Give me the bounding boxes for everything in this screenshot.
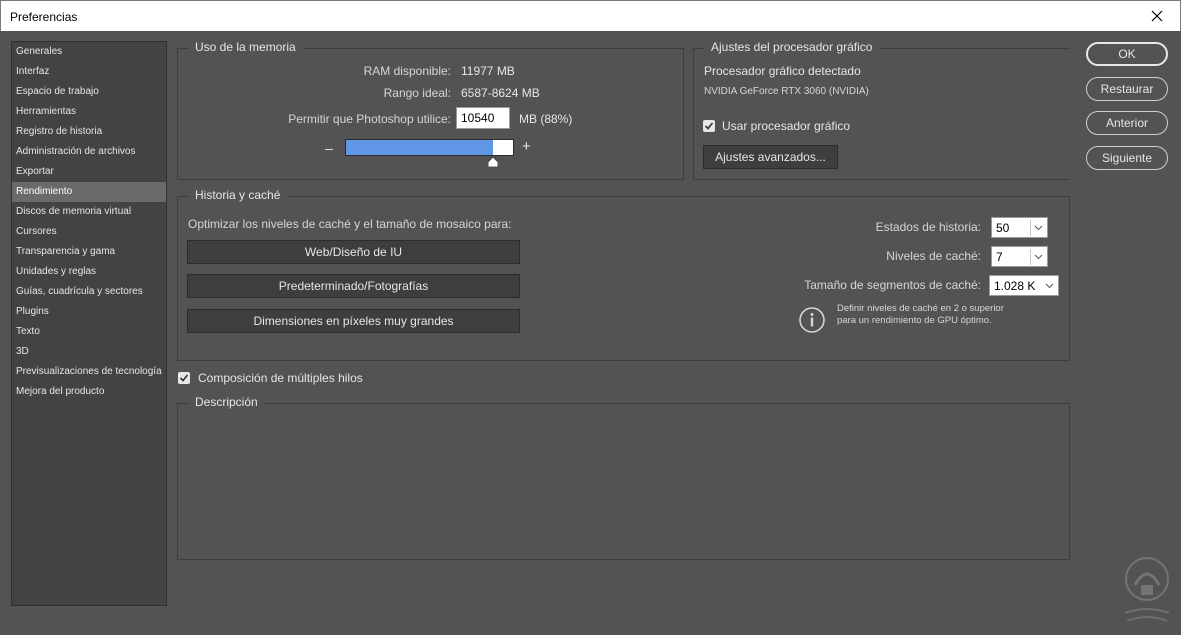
sidebar-item-3d[interactable]: 3D <box>12 342 166 362</box>
ram-available-value: 11977 MB <box>461 64 515 78</box>
info-icon <box>799 307 825 333</box>
watermark-logo <box>1124 557 1170 622</box>
preset-default-photos-button[interactable]: Predeterminado/Fotografías <box>187 274 520 298</box>
chevron-down-icon <box>1034 254 1043 260</box>
multithread-checkbox[interactable] <box>178 372 190 384</box>
checkmark-icon <box>179 374 189 382</box>
sidebar: Generales Interfaz Espacio de trabajo He… <box>11 41 167 606</box>
memory-usage-title: Uso de la memoria <box>188 40 303 54</box>
ok-button[interactable]: OK <box>1086 42 1168 66</box>
history-states-value: 50 <box>996 221 1010 235</box>
chevron-down-icon <box>1034 225 1043 231</box>
ideal-range-label: Rango ideal: <box>383 86 451 100</box>
history-states-select[interactable]: 50 <box>991 217 1048 238</box>
history-cache-title: Historia y caché <box>188 188 288 202</box>
sidebar-item-administracion-de-archivos[interactable]: Administración de archivos <box>12 142 166 162</box>
gpu-name: NVIDIA GeForce RTX 3060 (NVIDIA) <box>704 86 869 97</box>
checkmark-icon <box>704 122 714 130</box>
reset-button[interactable]: Restaurar <box>1086 77 1168 101</box>
memory-decrease-button[interactable]: – <box>325 140 333 156</box>
sidebar-item-espacio-de-trabajo[interactable]: Espacio de trabajo <box>12 82 166 102</box>
sidebar-item-transparencia-y-gama[interactable]: Transparencia y gama <box>12 242 166 262</box>
advanced-settings-button[interactable]: Ajustes avanzados... <box>703 145 838 169</box>
preset-web-ui-button[interactable]: Web/Diseño de IU <box>187 240 520 264</box>
history-states-label: Estados de historia: <box>875 220 981 234</box>
slider-thumb-icon[interactable] <box>488 157 498 167</box>
multithread-label[interactable]: Composición de múltiples hilos <box>198 371 363 385</box>
sidebar-item-mejora-del-producto[interactable]: Mejora del producto <box>12 382 166 402</box>
title-bar: Preferencias <box>0 0 1181 31</box>
cache-levels-label: Niveles de caché: <box>886 249 981 263</box>
window-title: Preferencias <box>10 10 78 24</box>
gpu-settings-title: Ajustes del procesador gráfico <box>704 40 880 54</box>
cache-tile-size-label: Tamaño de segmentos de caché: <box>804 278 981 292</box>
close-icon <box>1151 10 1163 22</box>
sidebar-item-guias-cuadricula-y-sectores[interactable]: Guías, cuadrícula y sectores <box>12 282 166 302</box>
memory-allow-input[interactable]: 10540 <box>456 107 510 129</box>
sidebar-item-unidades-y-reglas[interactable]: Unidades y reglas <box>12 262 166 282</box>
sidebar-item-texto[interactable]: Texto <box>12 322 166 342</box>
allow-photoshop-label: Permitir que Photoshop utilice: <box>288 112 451 126</box>
cache-tile-size-select[interactable]: 1.028 K <box>989 275 1059 296</box>
previous-button[interactable]: Anterior <box>1086 111 1168 135</box>
sidebar-item-herramientas[interactable]: Herramientas <box>12 102 166 122</box>
ram-available-label: RAM disponible: <box>363 64 451 78</box>
use-gpu-checkbox[interactable] <box>703 120 715 132</box>
description-group: Descripción <box>177 395 1070 560</box>
next-button[interactable]: Siguiente <box>1086 146 1168 170</box>
sidebar-item-generales[interactable]: Generales <box>12 42 166 62</box>
chevron-down-icon <box>1045 283 1054 289</box>
sidebar-item-previsualizaciones-de-tecnologia[interactable]: Previsualizaciones de tecnología <box>12 362 166 382</box>
sidebar-item-rendimiento[interactable]: Rendimiento <box>12 182 166 202</box>
sidebar-item-exportar[interactable]: Exportar <box>12 162 166 182</box>
optimize-label: Optimizar los niveles de caché y el tama… <box>188 217 512 231</box>
use-gpu-label[interactable]: Usar procesador gráfico <box>722 119 850 133</box>
cache-info-text: Definir niveles de caché en 2 o superior… <box>837 303 1004 326</box>
select-separator <box>1030 249 1031 265</box>
sidebar-item-plugins[interactable]: Plugins <box>12 302 166 322</box>
cache-tile-size-value: 1.028 K <box>994 279 1036 293</box>
memory-slider-fill <box>346 140 493 155</box>
sidebar-item-interfaz[interactable]: Interfaz <box>12 62 166 82</box>
ideal-range-value: 6587-8624 MB <box>461 86 540 100</box>
cache-levels-select[interactable]: 7 <box>991 246 1048 267</box>
description-title: Descripción <box>188 395 265 409</box>
close-button[interactable] <box>1134 1 1180 31</box>
preferences-window: Generales Interfaz Espacio de trabajo He… <box>0 31 1181 622</box>
sidebar-item-registro-de-historia[interactable]: Registro de historia <box>12 122 166 142</box>
memory-unit-label: MB (88%) <box>519 112 573 126</box>
cache-levels-value: 7 <box>996 250 1003 264</box>
sidebar-item-cursores[interactable]: Cursores <box>12 222 166 242</box>
select-separator <box>1030 220 1031 236</box>
memory-slider[interactable] <box>345 139 514 156</box>
preset-huge-pixels-button[interactable]: Dimensiones en píxeles muy grandes <box>187 309 520 333</box>
gpu-detected-label: Procesador gráfico detectado <box>704 64 861 78</box>
memory-increase-button[interactable]: + <box>522 138 531 155</box>
sidebar-item-discos-de-memoria-virtual[interactable]: Discos de memoria virtual <box>12 202 166 222</box>
